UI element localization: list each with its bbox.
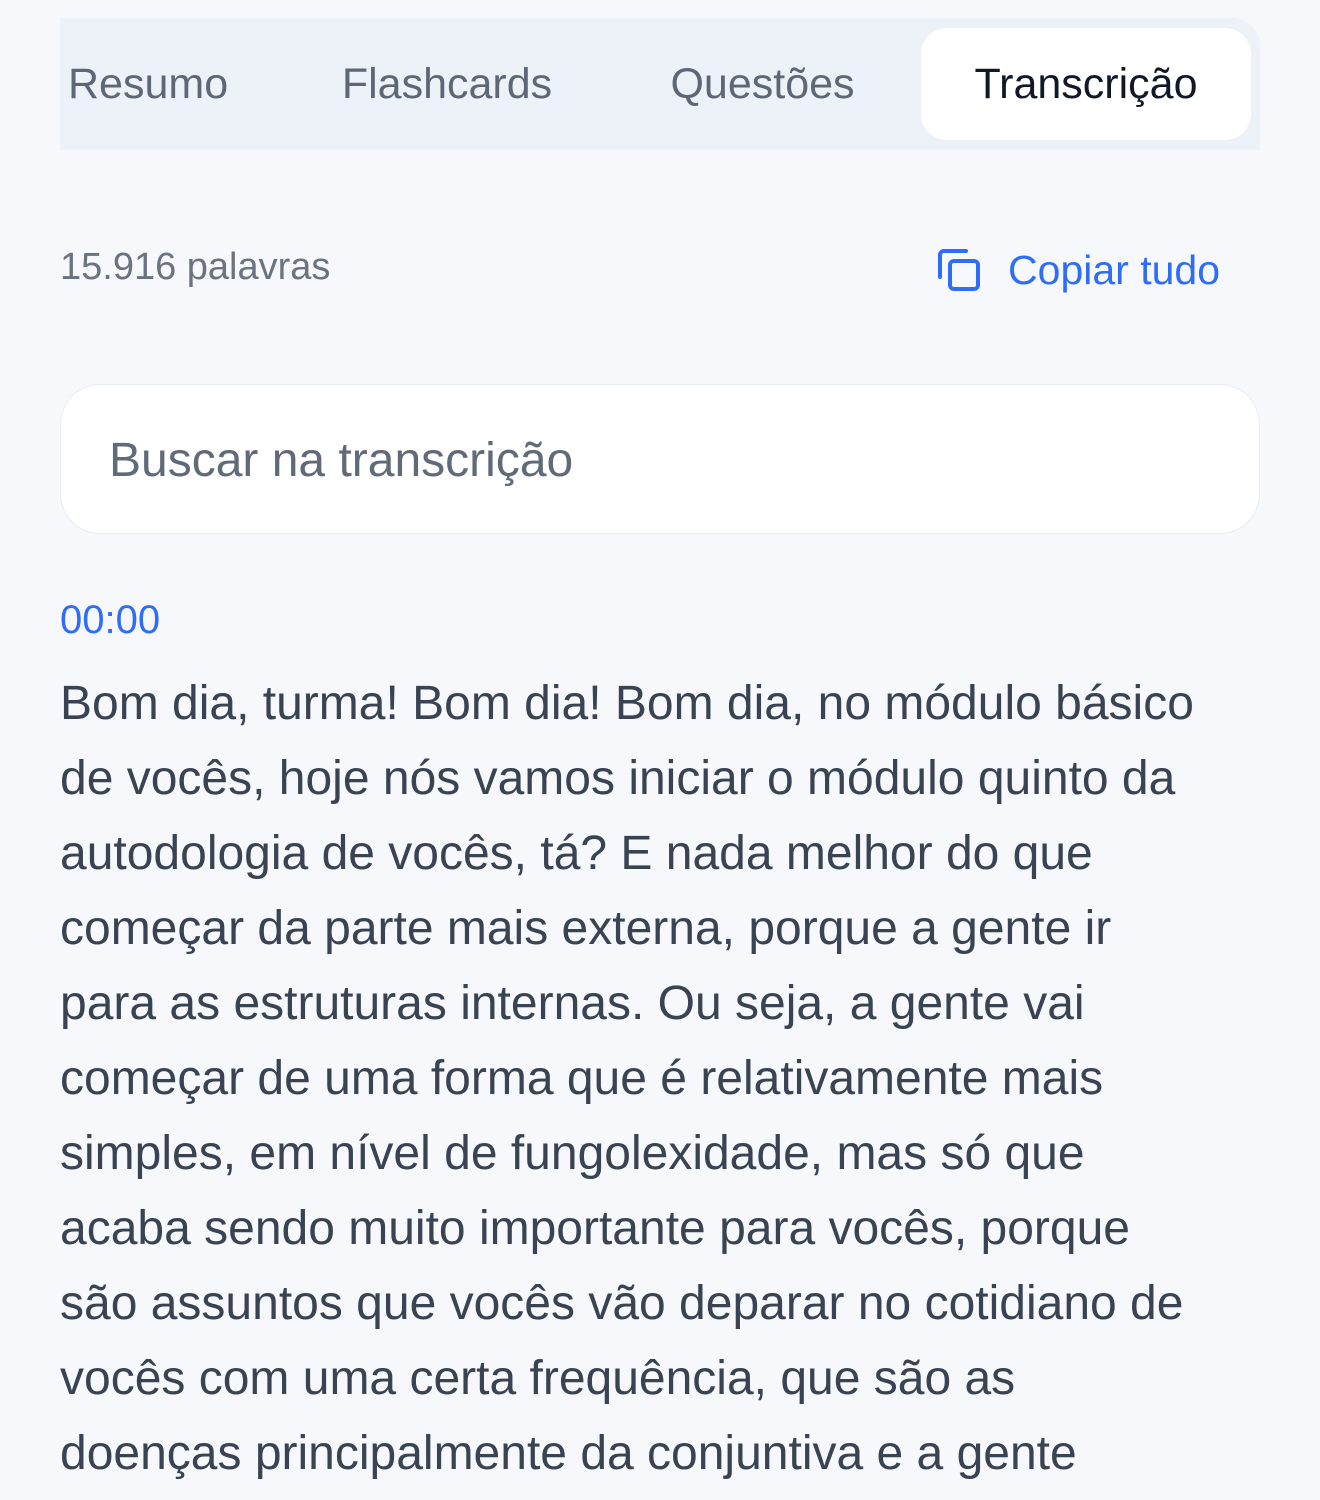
transcript-line: começar de uma forma que é relativamente… xyxy=(60,1052,1104,1105)
tab-questoes[interactable]: Questões xyxy=(645,28,880,140)
transcript-line: acaba sendo muito importante para vocês,… xyxy=(60,1202,1130,1255)
transcript-line: Bom dia, turma! Bom dia! Bom dia, no mód… xyxy=(60,677,1194,730)
transcript-line: doenças principalmente da conjuntiva e a… xyxy=(60,1427,1077,1480)
tab-bar: Resumo Flashcards Questões Transcrição xyxy=(60,18,1260,150)
word-count: 15.916 palavras xyxy=(60,246,331,288)
transcript-line: começar da parte mais externa, porque a … xyxy=(60,902,1112,955)
tab-flashcards[interactable]: Flashcards xyxy=(322,28,572,140)
transcript-timestamp[interactable]: 00:00 xyxy=(60,598,160,643)
transcript-line: vocês com uma certa frequência, que são … xyxy=(60,1352,1016,1405)
copy-all-button[interactable]: Copiar tudo xyxy=(936,236,1220,304)
transcript-line: de vocês, hoje nós vamos iniciar o módul… xyxy=(60,752,1176,805)
transcript-line: autodologia de vocês, tá? E nada melhor … xyxy=(60,827,1093,880)
copy-all-label: Copiar tudo xyxy=(1008,246,1220,293)
tab-transcricao[interactable]: Transcrição xyxy=(921,28,1251,140)
transcript-text: Bom dia, turma! Bom dia! Bom dia, no mód… xyxy=(60,666,1260,1491)
copy-icon xyxy=(936,247,982,293)
search-box xyxy=(60,384,1260,535)
transcript-line: simples, em nível de fungolexidade, mas … xyxy=(60,1127,1085,1180)
transcript-line: para as estruturas internas. Ou seja, a … xyxy=(60,977,1085,1030)
transcript-meta-row: 15.916 palavras Copiar tudo xyxy=(60,236,1220,304)
transcript-line: são assuntos que vocês vão deparar no co… xyxy=(60,1277,1184,1330)
search-input[interactable] xyxy=(109,385,1209,535)
transcript-page: Resumo Flashcards Questões Transcrição 1… xyxy=(0,0,1320,1500)
tab-resumo[interactable]: Resumo xyxy=(60,28,240,140)
